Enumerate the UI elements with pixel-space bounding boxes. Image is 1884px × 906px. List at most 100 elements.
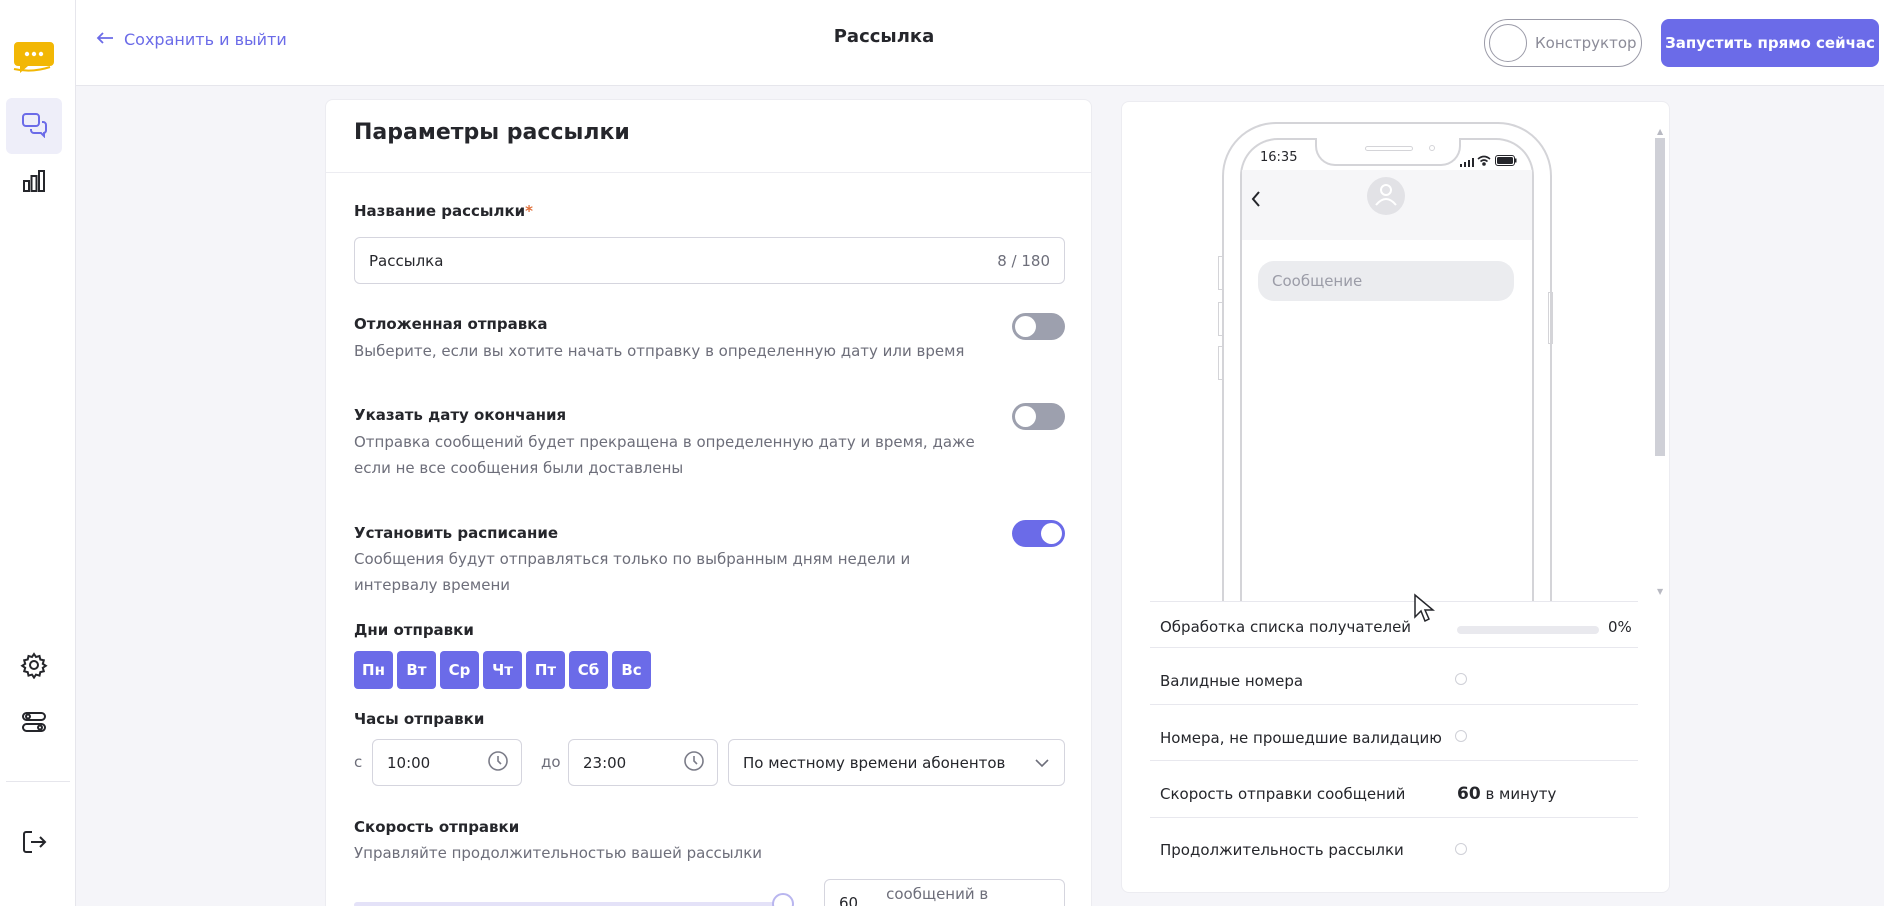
day-mon[interactable]: Пн: [354, 651, 393, 689]
battery-icon: [1495, 151, 1517, 170]
from-label: с: [354, 753, 363, 771]
processing-progress-bar: [1457, 626, 1599, 634]
launch-now-button[interactable]: Запустить прямо сейчас: [1661, 19, 1879, 67]
sidebar-item-logout[interactable]: [6, 816, 62, 872]
toggle-knob: [1041, 523, 1062, 544]
user-icon: [1373, 181, 1399, 211]
scroll-up-arrow[interactable]: ▲: [1657, 127, 1663, 136]
mouse-cursor-icon: [1413, 593, 1436, 627]
days-label: Дни отправки: [354, 621, 474, 639]
day-fri[interactable]: Пт: [526, 651, 565, 689]
send-speed-label: Скорость отправки сообщений: [1160, 785, 1406, 803]
campaign-name-input[interactable]: Рассылка 8 / 180: [354, 237, 1065, 284]
top-header: Сохранить и выйти Рассылка Конструктор З…: [76, 0, 1884, 86]
toggle-knob: [1015, 406, 1036, 427]
processing-label: Обработка списка получателей: [1160, 618, 1412, 636]
chevron-down-icon: [1034, 754, 1050, 772]
gear-icon: [20, 651, 48, 683]
delayed-send-desc: Выберите, если вы хотите начать отправку…: [354, 342, 965, 360]
phone-notch: [1315, 138, 1461, 166]
phone-time: 16:35: [1260, 150, 1298, 165]
sidebar-item-settings[interactable]: [6, 639, 62, 695]
invalid-numbers-label: Номера, не прошедшие валидацию: [1160, 729, 1442, 747]
schedule-toggle[interactable]: [1012, 520, 1065, 547]
constructor-toggle[interactable]: Конструктор: [1484, 19, 1642, 67]
sidebar-item-analytics[interactable]: [6, 155, 62, 211]
logout-icon: [20, 828, 48, 860]
constructor-label: Конструктор: [1535, 34, 1637, 52]
day-sat[interactable]: Сб: [569, 651, 608, 689]
wifi-icon: [1477, 151, 1491, 170]
avatar: [1367, 177, 1405, 215]
required-mark: *: [525, 202, 534, 220]
schedule-desc: Сообщения будут отправляться только по в…: [354, 550, 911, 594]
day-thu[interactable]: Чт: [483, 651, 522, 689]
loading-dot-icon: [1455, 843, 1467, 855]
to-label: до: [541, 753, 561, 771]
panel-title: Параметры рассылки: [354, 120, 630, 145]
day-wed[interactable]: Ср: [440, 651, 479, 689]
campaign-name-value: Рассылка: [369, 251, 444, 270]
timezone-select[interactable]: По местному времени абонентов: [728, 739, 1065, 786]
sidebar-item-integrations[interactable]: [6, 696, 62, 752]
clock-icon: [487, 750, 509, 776]
loading-dot-icon: [1455, 673, 1467, 685]
pv-divider: [1150, 704, 1638, 705]
duration-label: Продолжительность рассылки: [1160, 841, 1404, 859]
char-counter: 8 / 180: [997, 251, 1050, 270]
constructor-toggle-knob: [1489, 24, 1527, 62]
day-tue[interactable]: Вт: [397, 651, 436, 689]
pv-divider: [1150, 647, 1638, 648]
sidebar-item-campaigns[interactable]: [6, 98, 62, 154]
name-label-text: Название рассылки: [354, 202, 526, 220]
clock-icon: [683, 750, 705, 776]
hours-label: Часы отправки: [354, 710, 485, 728]
delayed-send-toggle[interactable]: [1012, 313, 1065, 340]
send-speed-unit: в минуту: [1485, 785, 1557, 803]
day-sun[interactable]: Вс: [612, 651, 651, 689]
pv-divider: [1150, 601, 1638, 602]
sidebar: [0, 0, 76, 906]
preview-panel: ▲ ▼ 16:35 Сообщение Обработка списка пол…: [1121, 101, 1670, 893]
valid-numbers-label: Валидные номера: [1160, 672, 1304, 690]
scroll-down-arrow[interactable]: ▼: [1657, 587, 1663, 596]
preview-scrollbar[interactable]: [1655, 138, 1665, 456]
speed-input[interactable]: 60 сообщений в минуту: [824, 879, 1065, 906]
speed-slider-track[interactable]: [354, 902, 780, 906]
time-from-value: 10:00: [387, 753, 431, 772]
time-from-input[interactable]: 10:00: [372, 739, 522, 786]
message-bubble: Сообщение: [1258, 261, 1514, 301]
send-speed-value: 60 в минуту: [1457, 784, 1556, 804]
toggles-icon: [20, 708, 48, 740]
days-selector: Пн Вт Ср Чт Пт Сб Вс: [354, 651, 651, 689]
end-date-toggle[interactable]: [1012, 403, 1065, 430]
panel-divider: [326, 172, 1091, 173]
speed-value: 60: [839, 893, 859, 906]
toggle-knob: [1015, 316, 1036, 337]
bar-chart-icon: [20, 167, 48, 199]
speed-desc: Управляйте продолжительностью вашей расс…: [354, 844, 763, 862]
delayed-send-title: Отложенная отправка: [354, 315, 548, 333]
send-speed-number: 60: [1457, 784, 1481, 804]
speed-title: Скорость отправки: [354, 818, 520, 836]
campaign-params-panel: Параметры рассылки Название рассылки* Ра…: [325, 99, 1092, 906]
sidebar-divider: [6, 781, 70, 782]
pv-divider: [1150, 760, 1638, 761]
loading-dot-icon: [1455, 730, 1467, 742]
signal-icon: [1460, 152, 1474, 171]
end-date-title: Указать дату окончания: [354, 406, 567, 424]
app-logo[interactable]: [6, 30, 62, 86]
processing-percent: 0%: [1608, 618, 1632, 636]
schedule-title: Установить расписание: [354, 524, 559, 542]
messages-icon: [20, 110, 48, 142]
time-to-value: 23:00: [583, 753, 627, 772]
pv-divider: [1150, 817, 1638, 818]
chat-logo-icon: [12, 36, 56, 80]
speed-unit: сообщений в минуту: [886, 884, 989, 906]
name-field-label: Название рассылки*: [354, 202, 533, 220]
time-to-input[interactable]: 23:00: [568, 739, 718, 786]
speed-slider-handle[interactable]: [772, 893, 794, 906]
chevron-left-icon[interactable]: [1250, 190, 1262, 212]
end-date-desc: Отправка сообщений будет прекращена в оп…: [354, 433, 975, 477]
page-title: Рассылка: [833, 26, 935, 47]
